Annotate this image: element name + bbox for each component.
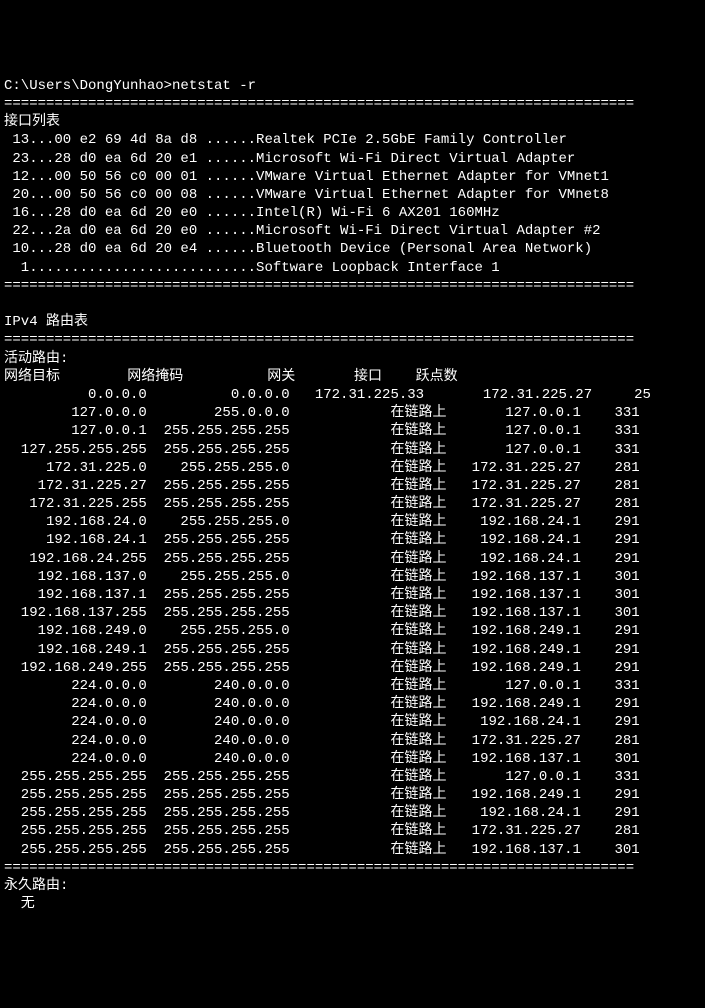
terminal-output: C:\Users\DongYunhao>netstat -r =========…	[4, 77, 701, 914]
